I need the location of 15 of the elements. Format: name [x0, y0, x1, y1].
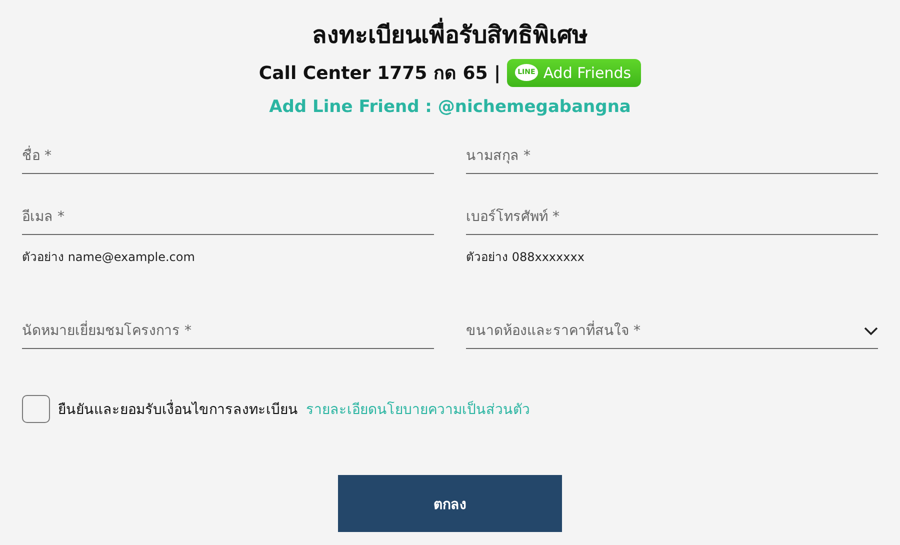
checkbox[interactable]	[22, 395, 50, 423]
submit-button[interactable]: ตกลง	[338, 475, 562, 532]
consent-label: ยืนยันและยอมรับเงื่อนไขการลงทะเบียน	[58, 398, 298, 420]
page-title: ลงทะเบียนเพื่อรับสิทธิพิเศษ	[312, 18, 588, 52]
call-center-text: Call Center 1775 กด 65 |	[258, 62, 501, 86]
input-field[interactable]: เบอร์โทรศัพท์ *	[466, 200, 878, 235]
input-field[interactable]: นามสกุล *	[466, 139, 878, 174]
input-field[interactable]: นัดหมายเยี่ยมชมโครงการ *	[22, 314, 434, 349]
field-hint: ตัวอย่าง 088xxxxxxx	[466, 249, 586, 266]
input-field[interactable]: อีเมล *	[22, 200, 434, 235]
select-field[interactable]: ขนาดห้องและราคาที่สนใจ *	[466, 314, 878, 349]
chevron-down-icon	[864, 326, 878, 336]
field-hint: ตัวอย่าง name@example.com	[22, 249, 196, 266]
line-id-text: Add Line Friend : @nichemegabangna	[269, 97, 631, 117]
input-field[interactable]: ชื่อ *	[22, 139, 434, 174]
